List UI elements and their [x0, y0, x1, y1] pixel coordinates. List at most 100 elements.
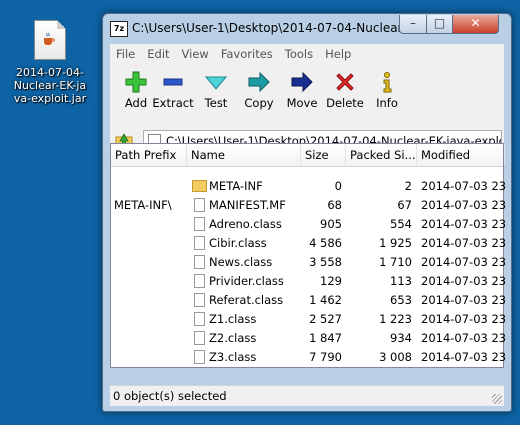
cell-size: 3 558	[309, 255, 342, 269]
toolbar: Add Extract Test Copy Move Delete Info	[110, 64, 504, 129]
cell-path-prefix	[114, 348, 186, 367]
close-button[interactable]: ✕	[452, 15, 499, 34]
status-bar: 0 object(s) selected	[110, 385, 504, 406]
column-modified[interactable]: Modified	[417, 144, 505, 166]
check-arrow-icon	[204, 76, 228, 90]
file-list[interactable]: Path Prefix Name Size Packed Si... Modif…	[110, 143, 505, 368]
cell-size: 68	[327, 198, 342, 212]
window-title: C:\Users\User-1\Desktop\2014-07-04-Nucle…	[132, 21, 402, 35]
cell-name: META-INF	[209, 179, 263, 193]
table-row[interactable]: Z2.class 1 847 934 2014-07-03 23:55	[111, 329, 505, 348]
cell-name: Cibir.class	[209, 236, 267, 250]
cell-modified: 2014-07-03 23:55	[421, 293, 505, 307]
extract-button[interactable]: Extract	[150, 68, 196, 110]
test-button[interactable]: Test	[193, 68, 239, 110]
cell-modified: 2014-07-03 23:55	[421, 255, 505, 269]
column-path-prefix[interactable]: Path Prefix	[111, 144, 187, 166]
cell-modified: 2014-07-03 23:55	[421, 179, 505, 193]
cell-path-prefix	[114, 291, 186, 310]
table-row[interactable]: Z1.class 2 527 1 223 2014-07-03 23:55	[111, 310, 505, 329]
cell-size: 129	[320, 274, 342, 288]
menu-help[interactable]: Help	[319, 44, 357, 64]
table-row[interactable]: Adreno.class 905 554 2014-07-03 23:55	[111, 215, 505, 234]
cell-packed-size: 1 925	[379, 236, 412, 250]
table-row[interactable]: Referat.class 1 462 653 2014-07-03 23:55	[111, 291, 505, 310]
title-bar[interactable]: 7z C:\Users\User-1\Desktop\2014-07-04-Nu…	[103, 14, 511, 42]
list-header: Path Prefix Name Size Packed Si... Modif…	[111, 144, 505, 167]
file-icon	[194, 293, 205, 307]
cell-path-prefix	[114, 234, 186, 253]
cell-packed-size: 1 710	[379, 255, 412, 269]
info-label: Info	[376, 96, 398, 110]
cell-packed-size: 2	[404, 179, 412, 193]
cell-path-prefix	[114, 215, 186, 234]
cell-path-prefix	[114, 272, 186, 291]
cell-modified: 2014-07-03 23:55	[421, 236, 505, 250]
maximize-button[interactable]: □	[426, 15, 453, 34]
table-row[interactable]: Z3.class 7 790 3 008 2014-07-03 23:55	[111, 348, 505, 367]
menu-view[interactable]: View	[176, 44, 215, 64]
cell-size: 905	[320, 217, 342, 231]
column-packed-size[interactable]: Packed Si...	[346, 144, 417, 166]
folder-icon	[192, 180, 207, 192]
menu-favorites[interactable]: Favorites	[215, 44, 279, 64]
copy-button[interactable]: Copy	[236, 68, 282, 110]
cell-name: Referat.class	[209, 293, 284, 307]
cell-modified: 2014-07-03 23:55	[421, 217, 505, 231]
cell-size: 1 847	[309, 331, 342, 345]
file-icon	[194, 198, 205, 212]
cell-path-prefix	[114, 310, 186, 329]
cell-size: 2 527	[309, 312, 342, 326]
cell-path-prefix	[114, 329, 186, 348]
column-name[interactable]: Name	[187, 144, 301, 166]
app-icon: 7z	[110, 21, 128, 37]
table-row[interactable]: News.class 3 558 1 710 2014-07-03 23:55	[111, 253, 505, 272]
table-row[interactable]: Cibir.class 4 586 1 925 2014-07-03 23:55	[111, 234, 505, 253]
delete-x-icon	[336, 73, 354, 91]
file-icon	[194, 236, 205, 250]
plus-icon	[125, 71, 147, 93]
cell-modified: 2014-07-03 23:55	[421, 350, 505, 364]
file-icon	[194, 350, 205, 364]
menu-bar: File Edit View Favorites Tools Help	[110, 44, 504, 64]
file-icon	[194, 217, 205, 231]
cell-modified: 2014-07-03 23:55	[421, 198, 505, 212]
column-size[interactable]: Size	[301, 144, 346, 166]
cell-modified: 2014-07-03 23:55	[421, 312, 505, 326]
delete-label: Delete	[326, 96, 364, 110]
table-row[interactable]: META-INF\ MANIFEST.MF 68 67 2014-07-03 23:55	[111, 196, 505, 215]
desktop-file-icon[interactable]: 2014-07-04-Nuclear-EK-java-exploit.jar	[12, 20, 88, 105]
cell-size: 4 586	[309, 236, 342, 250]
move-label: Move	[286, 96, 318, 110]
cell-packed-size: 3 008	[379, 350, 412, 364]
table-row[interactable]: Privider.class 129 113 2014-07-03 23:55	[111, 272, 505, 291]
archive-window: 7z C:\Users\User-1\Desktop\2014-07-04-Nu…	[102, 13, 512, 412]
cell-name: Z3.class	[209, 350, 257, 364]
cell-name: MANIFEST.MF	[209, 198, 286, 212]
menu-tools[interactable]: Tools	[279, 44, 319, 64]
cell-path-prefix: META-INF\	[114, 198, 172, 212]
info-icon	[383, 72, 392, 93]
copy-arrow-icon	[248, 71, 270, 93]
resize-grip[interactable]	[492, 394, 502, 404]
extract-label: Extract	[152, 96, 194, 110]
jar-file-icon	[34, 20, 66, 60]
menu-edit[interactable]: Edit	[141, 44, 175, 64]
file-icon	[194, 274, 205, 288]
file-icon	[194, 331, 205, 345]
desktop-icon-label: 2014-07-04-Nuclear-EK-java-exploit.jar	[13, 66, 87, 105]
table-row[interactable]: META-INF 0 2 2014-07-03 23:55	[111, 177, 505, 196]
minus-icon	[163, 78, 183, 86]
info-button[interactable]: Info	[364, 68, 410, 110]
move-button[interactable]: Move	[279, 68, 325, 110]
menu-file[interactable]: File	[110, 44, 141, 64]
minimize-button[interactable]: –	[399, 15, 427, 34]
cell-packed-size: 113	[390, 274, 412, 288]
test-label: Test	[204, 96, 228, 110]
cell-name: Z2.class	[209, 331, 257, 345]
delete-button[interactable]: Delete	[322, 68, 368, 110]
cell-packed-size: 934	[390, 331, 412, 345]
file-icon	[194, 255, 205, 269]
copy-label: Copy	[244, 96, 274, 110]
java-cup-icon	[44, 32, 55, 45]
